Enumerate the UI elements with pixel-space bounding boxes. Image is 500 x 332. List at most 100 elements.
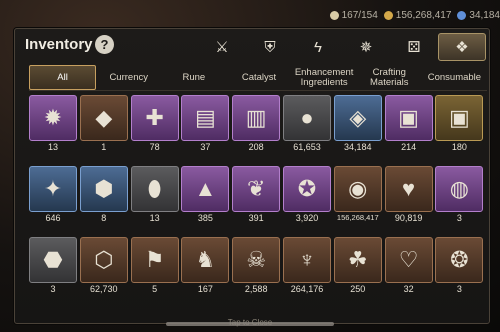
inventory-item[interactable]: ▥ 208 [232, 95, 281, 155]
item-count: 61,653 [293, 142, 321, 152]
gold-card-icon: ▣ [435, 95, 484, 141]
inventory-item[interactable]: ▣ 214 [384, 95, 433, 155]
gold-crystal-icon: ◆ [79, 95, 128, 141]
inventory-item[interactable]: ⬢ 8 [79, 166, 128, 226]
inventory-item[interactable]: ⚑ 5 [130, 237, 179, 297]
inventory-item[interactable]: ◈ 34,184 [333, 95, 382, 155]
item-count: 3 [50, 284, 56, 294]
resource-stamina: 167/154 [329, 9, 378, 21]
crystal-value: 34,184 [469, 9, 500, 21]
leaf-feather-icon: ❦ [232, 166, 281, 212]
resource-gold: 156,268,417 [383, 9, 452, 21]
item-count: 646 [45, 213, 61, 223]
tab-crafting-materials[interactable]: Crafting Materials [357, 65, 422, 90]
inventory-item[interactable]: ☠ 2,588 [232, 237, 281, 297]
resource-bar: 167/154 156,268,417 34,184 [329, 6, 500, 24]
knight-piece-icon: ♞ [181, 237, 230, 283]
item-count: 90,819 [394, 213, 423, 223]
gold-value: 156,268,417 [395, 9, 452, 21]
tab-rune[interactable]: Rune [161, 65, 226, 90]
inventory-item[interactable]: ▤ 37 [181, 95, 230, 155]
inventory-item[interactable]: ✹ 13 [29, 95, 77, 155]
item-count: 78 [149, 142, 160, 152]
inventory-item[interactable]: ▲ 385 [181, 166, 230, 226]
item-count: 32 [403, 284, 414, 294]
item-count: 37 [200, 142, 211, 152]
inventory-item[interactable]: ⬮ 13 [130, 166, 179, 226]
item-count: 13 [47, 142, 58, 152]
emblem-icon: ✪ [282, 166, 331, 212]
red-orb-icon: ◍ [435, 166, 484, 212]
inventory-item[interactable]: ⬡ 62,730 [79, 237, 128, 297]
help-button[interactable]: ? [95, 35, 114, 54]
scroll-bundle-icon: ▤ [181, 95, 230, 141]
inventory-item[interactable]: ♥ 90,819 [384, 166, 433, 226]
item-count: 1 [101, 142, 107, 152]
inventory-item[interactable]: ☘ 250 [333, 237, 382, 297]
red-gem-plate-icon: ⬣ [29, 237, 77, 283]
inventory-item[interactable]: ◉ 156,268,417 [333, 166, 382, 226]
red-token-icon: ❂ [435, 237, 484, 283]
item-count: 2,588 [244, 284, 268, 294]
demon-mask-icon: ♆ [282, 237, 331, 283]
tab-all[interactable]: All [29, 65, 97, 90]
spider-relic-icon: ✹ [29, 95, 77, 141]
inventory-item[interactable]: ⬣ 3 [29, 237, 77, 297]
item-count: 3 [456, 284, 462, 294]
item-count: 3,920 [295, 213, 319, 223]
red-sigil-icon: ✚ [130, 95, 179, 141]
item-count: 62,730 [90, 284, 118, 294]
lightning-icon[interactable]: ϟ [294, 33, 342, 61]
item-count: 385 [197, 213, 213, 223]
home-indicator [166, 322, 334, 326]
inventory-item[interactable]: ● 61,653 [282, 95, 331, 155]
stamina-icon [329, 10, 339, 20]
resource-crystal: 34,184 [457, 10, 500, 21]
book-bundle-icon: ▥ [232, 95, 281, 141]
panel-title: Inventory [25, 36, 93, 53]
all-items-icon[interactable]: ❖ [438, 33, 486, 61]
gold-coin-icon: ◉ [333, 166, 382, 212]
item-count: 34,184 [344, 142, 372, 152]
filter-icons: ⚔ ⛨ ϟ ✵ ⚄ ❖ [198, 33, 486, 61]
figure-icon[interactable]: ✵ [342, 33, 390, 61]
item-count: 180 [451, 142, 467, 152]
inventory-item[interactable]: ♡ 32 [384, 237, 433, 297]
item-count: 214 [401, 142, 417, 152]
inventory-item[interactable]: ✦ 646 [29, 166, 77, 226]
crossed-shield-icon[interactable]: ⛨ [246, 33, 294, 61]
sword-shield-icon[interactable]: ⚔ [198, 33, 246, 61]
inventory-item[interactable]: ❦ 391 [232, 166, 281, 226]
inventory-item[interactable]: ❂ 3 [435, 237, 484, 297]
tab-consumable[interactable]: Consumable [422, 65, 487, 90]
stamina-value: 167/154 [341, 9, 378, 21]
item-count: 5 [152, 284, 158, 294]
inventory-item[interactable]: ♆ 264,176 [282, 237, 331, 297]
tab-catalyst[interactable]: Catalyst [226, 65, 291, 90]
tab-currency[interactable]: Currency [96, 65, 161, 90]
item-count: 391 [248, 213, 264, 223]
inventory-item[interactable]: ♞ 167 [181, 237, 230, 297]
inventory-item[interactable]: ◍ 3 [435, 166, 484, 226]
inventory-item[interactable]: ◆ 1 [79, 95, 128, 155]
dice-icon[interactable]: ⚄ [390, 33, 438, 61]
silver-egg-icon: ● [282, 95, 331, 141]
blue-crystal-icon: ◈ [333, 95, 382, 141]
item-count: 208 [248, 142, 264, 152]
clover-icon: ☘ [333, 237, 382, 283]
green-heart-icon: ♥ [384, 166, 433, 212]
gold-crest-icon: ⬡ [79, 237, 128, 283]
item-count: 264,176 [290, 284, 324, 294]
item-count: 3 [456, 213, 462, 223]
banner-icon: ⚑ [130, 237, 179, 283]
inventory-item[interactable]: ✪ 3,920 [282, 166, 331, 226]
tab-enhancement-ingredients[interactable]: Enhancement Ingredients [292, 65, 357, 90]
item-count: 250 [350, 284, 366, 294]
inventory-item[interactable]: ▣ 180 [435, 95, 484, 155]
heartbeat-icon: ♡ [384, 237, 433, 283]
inventory-item[interactable]: ✚ 78 [130, 95, 179, 155]
green-crystal-icon: ⬢ [79, 166, 128, 212]
item-count: 8 [101, 213, 107, 223]
gold-coin-icon [383, 10, 393, 20]
star-charm-icon: ✦ [29, 166, 77, 212]
